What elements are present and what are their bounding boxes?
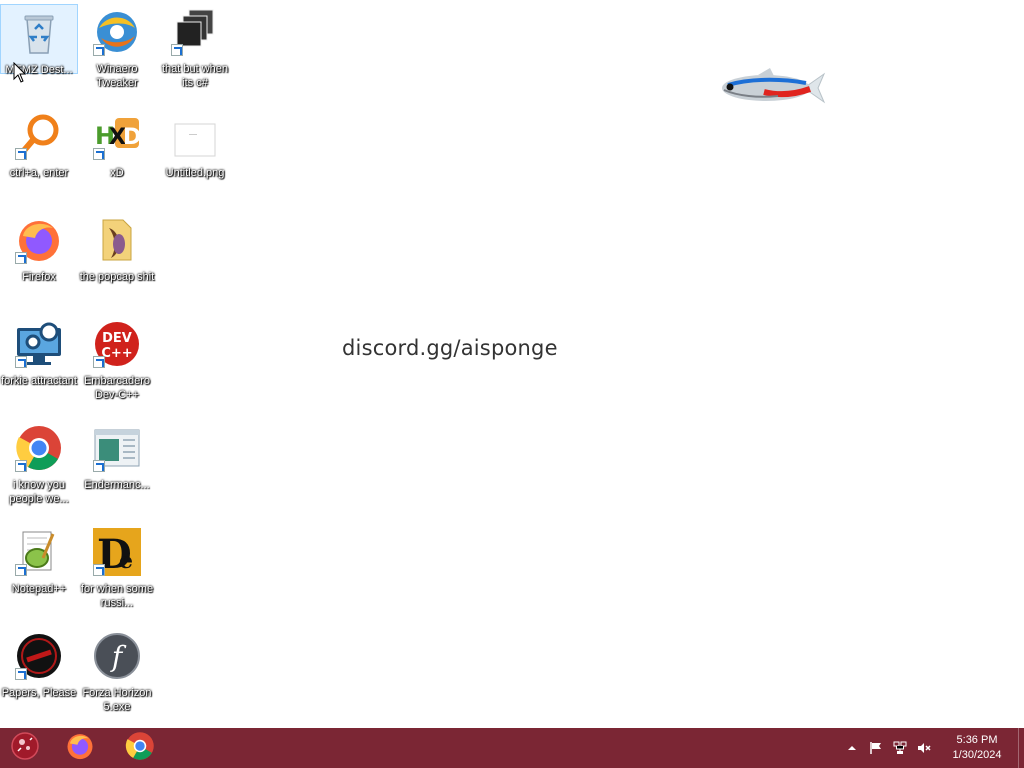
desktop-icon-xd[interactable]: HXD xD (78, 108, 156, 208)
shortcut-arrow-icon (93, 460, 105, 472)
start-orb-icon (10, 731, 40, 766)
icon-label: ctrl+a, enter (9, 167, 69, 179)
shortcut-arrow-icon (15, 356, 27, 368)
desktop-banner-text: discord.gg/aisponge (342, 336, 558, 360)
icon-label: MEMZ Dest... (5, 64, 73, 76)
chevron-up-icon[interactable] (840, 728, 864, 768)
shortcut-arrow-icon (15, 460, 27, 472)
desktop-icon-untitled-png[interactable]: Untitled.png (156, 108, 234, 208)
icon-label: Firefox (22, 271, 56, 283)
desktop-icon-chrome[interactable]: i know you people we... (0, 420, 78, 520)
icon-label: forkie attractant (1, 375, 77, 387)
chrome-icon (15, 424, 63, 472)
icon-label: Winaero Tweaker (96, 63, 138, 89)
icon-label: Forza Horizon 5.exe (82, 687, 152, 713)
computer-settings-icon (15, 320, 63, 368)
show-desktop-button[interactable] (1018, 728, 1024, 768)
desktop-icon-popcap[interactable]: the popcap shit (78, 212, 156, 312)
clock-date: 1/30/2024 (952, 749, 1002, 761)
icon-label: that but when its c# (161, 63, 229, 89)
taskbar-chrome-button[interactable] (110, 728, 170, 768)
shortcut-arrow-icon (93, 148, 105, 160)
icon-label: for when some russi... (80, 583, 154, 609)
chrome-icon (125, 731, 155, 766)
mouse-cursor-icon (13, 61, 27, 84)
de-app-icon: De (93, 528, 141, 576)
shortcut-arrow-icon (15, 252, 27, 264)
start-button[interactable] (0, 728, 50, 768)
taskbar-firefox-button[interactable] (50, 728, 110, 768)
desktop-icon-firefox[interactable]: Firefox (0, 212, 78, 312)
network-icon[interactable] (888, 728, 912, 768)
image-file-icon (171, 112, 219, 160)
clock-time: 5:36 PM (956, 734, 998, 746)
system-tray: 5:36 PM 1/30/2024 (840, 728, 1024, 768)
desktop-icon-winaero[interactable]: Winaero Tweaker (78, 4, 156, 104)
icon-label: i know you people we... (9, 479, 69, 505)
shortcut-arrow-icon (171, 44, 183, 56)
fish-desktop-pet-icon[interactable] (718, 66, 826, 110)
icon-label: Untitled.png (165, 167, 225, 179)
desktop-icon-endermanch[interactable]: Endermanc... (78, 420, 156, 520)
svg-text:DEV: DEV (102, 331, 132, 346)
firefox-icon (15, 216, 63, 264)
desktop-icon-ctrl-a[interactable]: ctrl+a, enter (0, 108, 78, 208)
recycle-bin-icon (15, 9, 63, 57)
flag-icon[interactable] (864, 728, 888, 768)
svg-text:D: D (123, 125, 141, 150)
stacked-windows-icon (171, 8, 219, 56)
notepadpp-icon (15, 528, 63, 576)
desktop-icon-de[interactable]: De for when some russi... (78, 524, 156, 624)
desktop[interactable]: MEMZ Dest... ctrl+a, enter Firefox forki… (0, 0, 1024, 728)
icon-label: the popcap shit (79, 271, 155, 283)
desktop-icon-forkie[interactable]: forkie attractant (0, 316, 78, 416)
shortcut-arrow-icon (15, 148, 27, 160)
desktop-icon-notepadpp[interactable]: Notepad++ (0, 524, 78, 624)
icon-label: Papers, Please (1, 687, 77, 699)
winaero-tweaker-icon (93, 8, 141, 56)
magnifier-icon (15, 112, 63, 160)
shortcut-arrow-icon (93, 356, 105, 368)
hxd-icon: HXD (93, 112, 141, 160)
flash-icon: f (93, 632, 141, 680)
icon-label: Embarcadero Dev-C++ (83, 375, 151, 401)
svg-text:e: e (119, 548, 133, 574)
desktop-icon-forza[interactable]: f Forza Horizon 5.exe (78, 628, 156, 728)
desktop-icon-that-but-csharp[interactable]: that but when its c# (156, 4, 234, 104)
window-app-icon (93, 424, 141, 472)
shortcut-arrow-icon (93, 564, 105, 576)
icon-label: Notepad++ (11, 583, 67, 595)
desktop-icon-devcpp[interactable]: DEV C++ Embarcadero Dev-C++ (78, 316, 156, 416)
desktop-icon-papers-please[interactable]: Papers, Please (0, 628, 78, 728)
folder-icon (93, 216, 141, 264)
svg-text:C++: C++ (101, 346, 132, 361)
icon-label: xD (110, 167, 124, 179)
desktop-icon-memz[interactable]: MEMZ Dest... (0, 4, 78, 76)
volume-muted-icon[interactable] (912, 728, 936, 768)
papers-please-icon (15, 632, 63, 680)
taskbar-clock[interactable]: 5:36 PM 1/30/2024 (936, 728, 1018, 768)
taskbar: 5:36 PM 1/30/2024 (0, 728, 1024, 768)
shortcut-arrow-icon (93, 44, 105, 56)
firefox-icon (65, 731, 95, 766)
shortcut-arrow-icon (15, 668, 27, 680)
shortcut-arrow-icon (15, 564, 27, 576)
icon-label: Endermanc... (84, 479, 150, 491)
devcpp-icon: DEV C++ (93, 320, 141, 368)
